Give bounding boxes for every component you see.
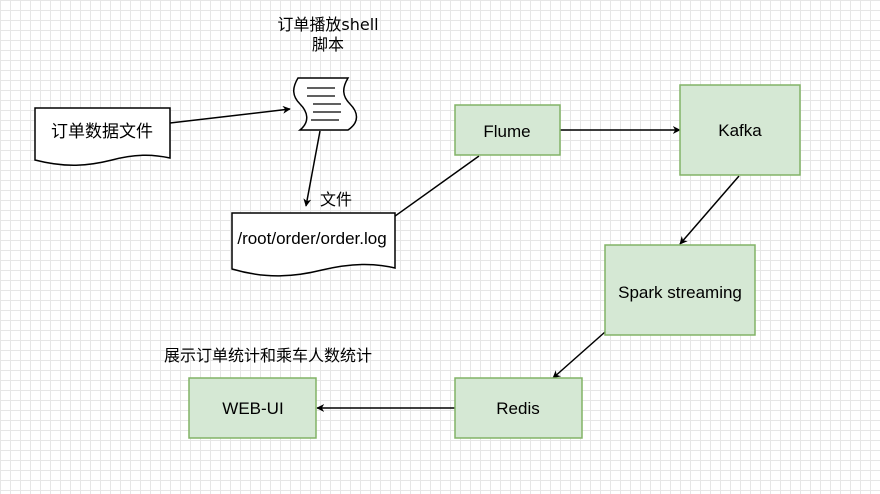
webui-node[interactable]: WEB-UI: [188, 377, 317, 439]
edge-datafile-to-script: [169, 105, 291, 124]
redis-label: Redis: [496, 399, 539, 418]
spark-streaming-node[interactable]: Spark streaming: [604, 244, 756, 336]
order-data-file-node[interactable]: 订单数据文件: [34, 107, 171, 167]
flume-node[interactable]: Flume: [454, 104, 561, 156]
shell-script-label-line1: 订单播放shell: [277, 15, 378, 34]
edge-script-to-log: [303, 130, 321, 207]
shell-script-label-line2: 脚本: [312, 35, 344, 54]
edge-kafka-to-spark: [679, 175, 740, 245]
kafka-node[interactable]: Kafka: [679, 84, 801, 176]
diagram-canvas: 订单数据文件 订单播放shell 脚本 文件 /root/order/order…: [34, 15, 801, 439]
order-data-file-label: 订单数据文件: [51, 122, 153, 141]
flume-label: Flume: [483, 122, 530, 141]
webui-label: WEB-UI: [222, 399, 283, 418]
display-stats-label: 展示订单统计和乘车人数统计: [164, 346, 372, 365]
shell-script-icon[interactable]: [293, 77, 358, 131]
spark-streaming-label: Spark streaming: [618, 283, 742, 302]
order-log-label: /root/order/order.log: [237, 229, 386, 248]
order-log-node[interactable]: /root/order/order.log: [231, 212, 396, 277]
redis-node[interactable]: Redis: [454, 377, 583, 439]
kafka-label: Kafka: [718, 121, 762, 140]
edge-spark-to-redis: [552, 331, 606, 379]
file-edge-label: 文件: [320, 190, 352, 209]
